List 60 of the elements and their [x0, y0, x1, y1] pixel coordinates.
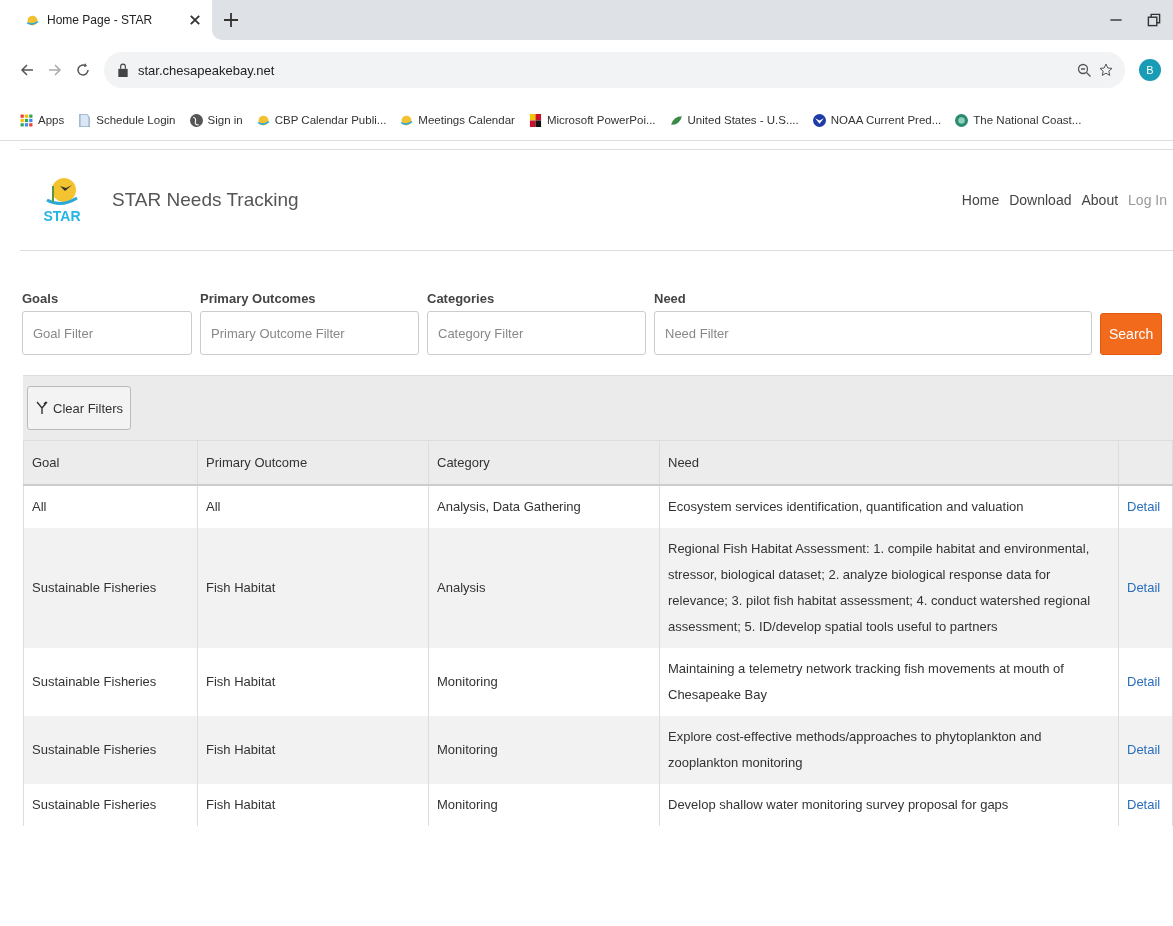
new-tab-icon[interactable]: [224, 13, 238, 27]
table-cell: Fish Habitat: [197, 528, 429, 648]
bookmark-link[interactable]: The National Coast...: [973, 114, 1082, 126]
emblem-icon: [955, 113, 969, 127]
clear-filters-button[interactable]: Clear Filters: [27, 386, 132, 430]
bookmark-link[interactable]: Sign in: [207, 114, 243, 126]
detail-link[interactable]: Detail: [1127, 674, 1161, 689]
column-header[interactable]: Primary Outcome: [197, 440, 429, 485]
flag-icon: [528, 113, 542, 127]
detail-link[interactable]: Detail: [1127, 580, 1161, 595]
close-icon[interactable]: [188, 13, 202, 27]
filter-label: Categories: [427, 291, 496, 306]
table-cell: Sustainable Fisheries: [23, 528, 198, 648]
bookmark-link[interactable]: Schedule Login: [96, 114, 176, 126]
logo-text: STAR: [43, 208, 81, 224]
apps-grid-icon: [20, 113, 33, 127]
bookmark-link[interactable]: CBP Calendar Publi...: [274, 114, 387, 126]
tab-title[interactable]: Home Page - STAR: [47, 13, 180, 27]
table-cell: Fish Habitat: [197, 784, 429, 826]
filter-label: Primary Outcomes: [200, 291, 317, 306]
filter-icon: [35, 401, 49, 415]
nav-link[interactable]: About: [1081, 192, 1119, 208]
filter-field[interactable]: Primary Outcome Filter: [200, 311, 419, 355]
table-cell: Monitoring: [428, 716, 660, 784]
bookmark-link[interactable]: Microsoft PowerPoi...: [546, 114, 656, 126]
reload-icon[interactable]: [76, 63, 90, 77]
filter-label: Need: [654, 291, 687, 306]
column-header[interactable]: Goal: [23, 440, 198, 485]
table-cell: Monitoring: [428, 784, 660, 826]
document-icon: [78, 113, 92, 127]
bookmark-link[interactable]: Apps: [38, 114, 65, 126]
filter-label: Goals: [22, 291, 60, 306]
leaf-icon: [669, 113, 683, 127]
nav-link[interactable]: Home: [961, 192, 1000, 208]
nav-link[interactable]: Download: [1009, 192, 1072, 208]
column-header[interactable]: Need: [659, 440, 1119, 485]
zoom-icon[interactable]: [1077, 63, 1091, 77]
site-title: STAR Needs Tracking: [112, 189, 300, 211]
table-cell: Regional Fish Habitat Assessment: 1. compile habitat and environmental, stressor, biological dataset; 2. analyze biological response data for relevance; 3. pilot fish habitat assessment; 4. conduct watershed regional assessment; 5. ID/develop spatial tools useful to partners: [659, 528, 1119, 648]
lock-icon: [116, 63, 130, 77]
table-cell: Explore cost-effective methods/approaches to phytoplankton and zooplankton monitoring: [659, 716, 1119, 784]
table-cell: Fish Habitat: [197, 716, 429, 784]
column-header[interactable]: Category: [428, 440, 660, 485]
table-cell: Sustainable Fisheries: [23, 784, 198, 826]
bookmark-link[interactable]: United States - U.S....: [687, 114, 799, 126]
table-cell: Sustainable Fisheries: [23, 716, 198, 784]
bookmark-link[interactable]: Meetings Calendar: [418, 114, 515, 126]
table-cell: Develop shallow water monitoring survey proposal for gaps: [659, 784, 1119, 826]
detail-link[interactable]: Detail: [1127, 797, 1161, 812]
filter-field[interactable]: Goal Filter: [22, 311, 192, 355]
back-icon[interactable]: [20, 63, 34, 77]
detail-link[interactable]: Detail: [1127, 742, 1161, 757]
restore-icon[interactable]: [1147, 13, 1161, 27]
detail-link[interactable]: Detail: [1127, 499, 1161, 514]
table-cell: Analysis: [428, 528, 660, 648]
address-bar[interactable]: star.chesapeakebay.net: [104, 52, 1125, 88]
bookmark-link[interactable]: NOAA Current Pred...: [830, 114, 942, 126]
filter-field[interactable]: Need Filter: [654, 311, 1092, 355]
star-icon[interactable]: [1099, 63, 1113, 77]
filter-field[interactable]: Category Filter: [427, 311, 646, 355]
